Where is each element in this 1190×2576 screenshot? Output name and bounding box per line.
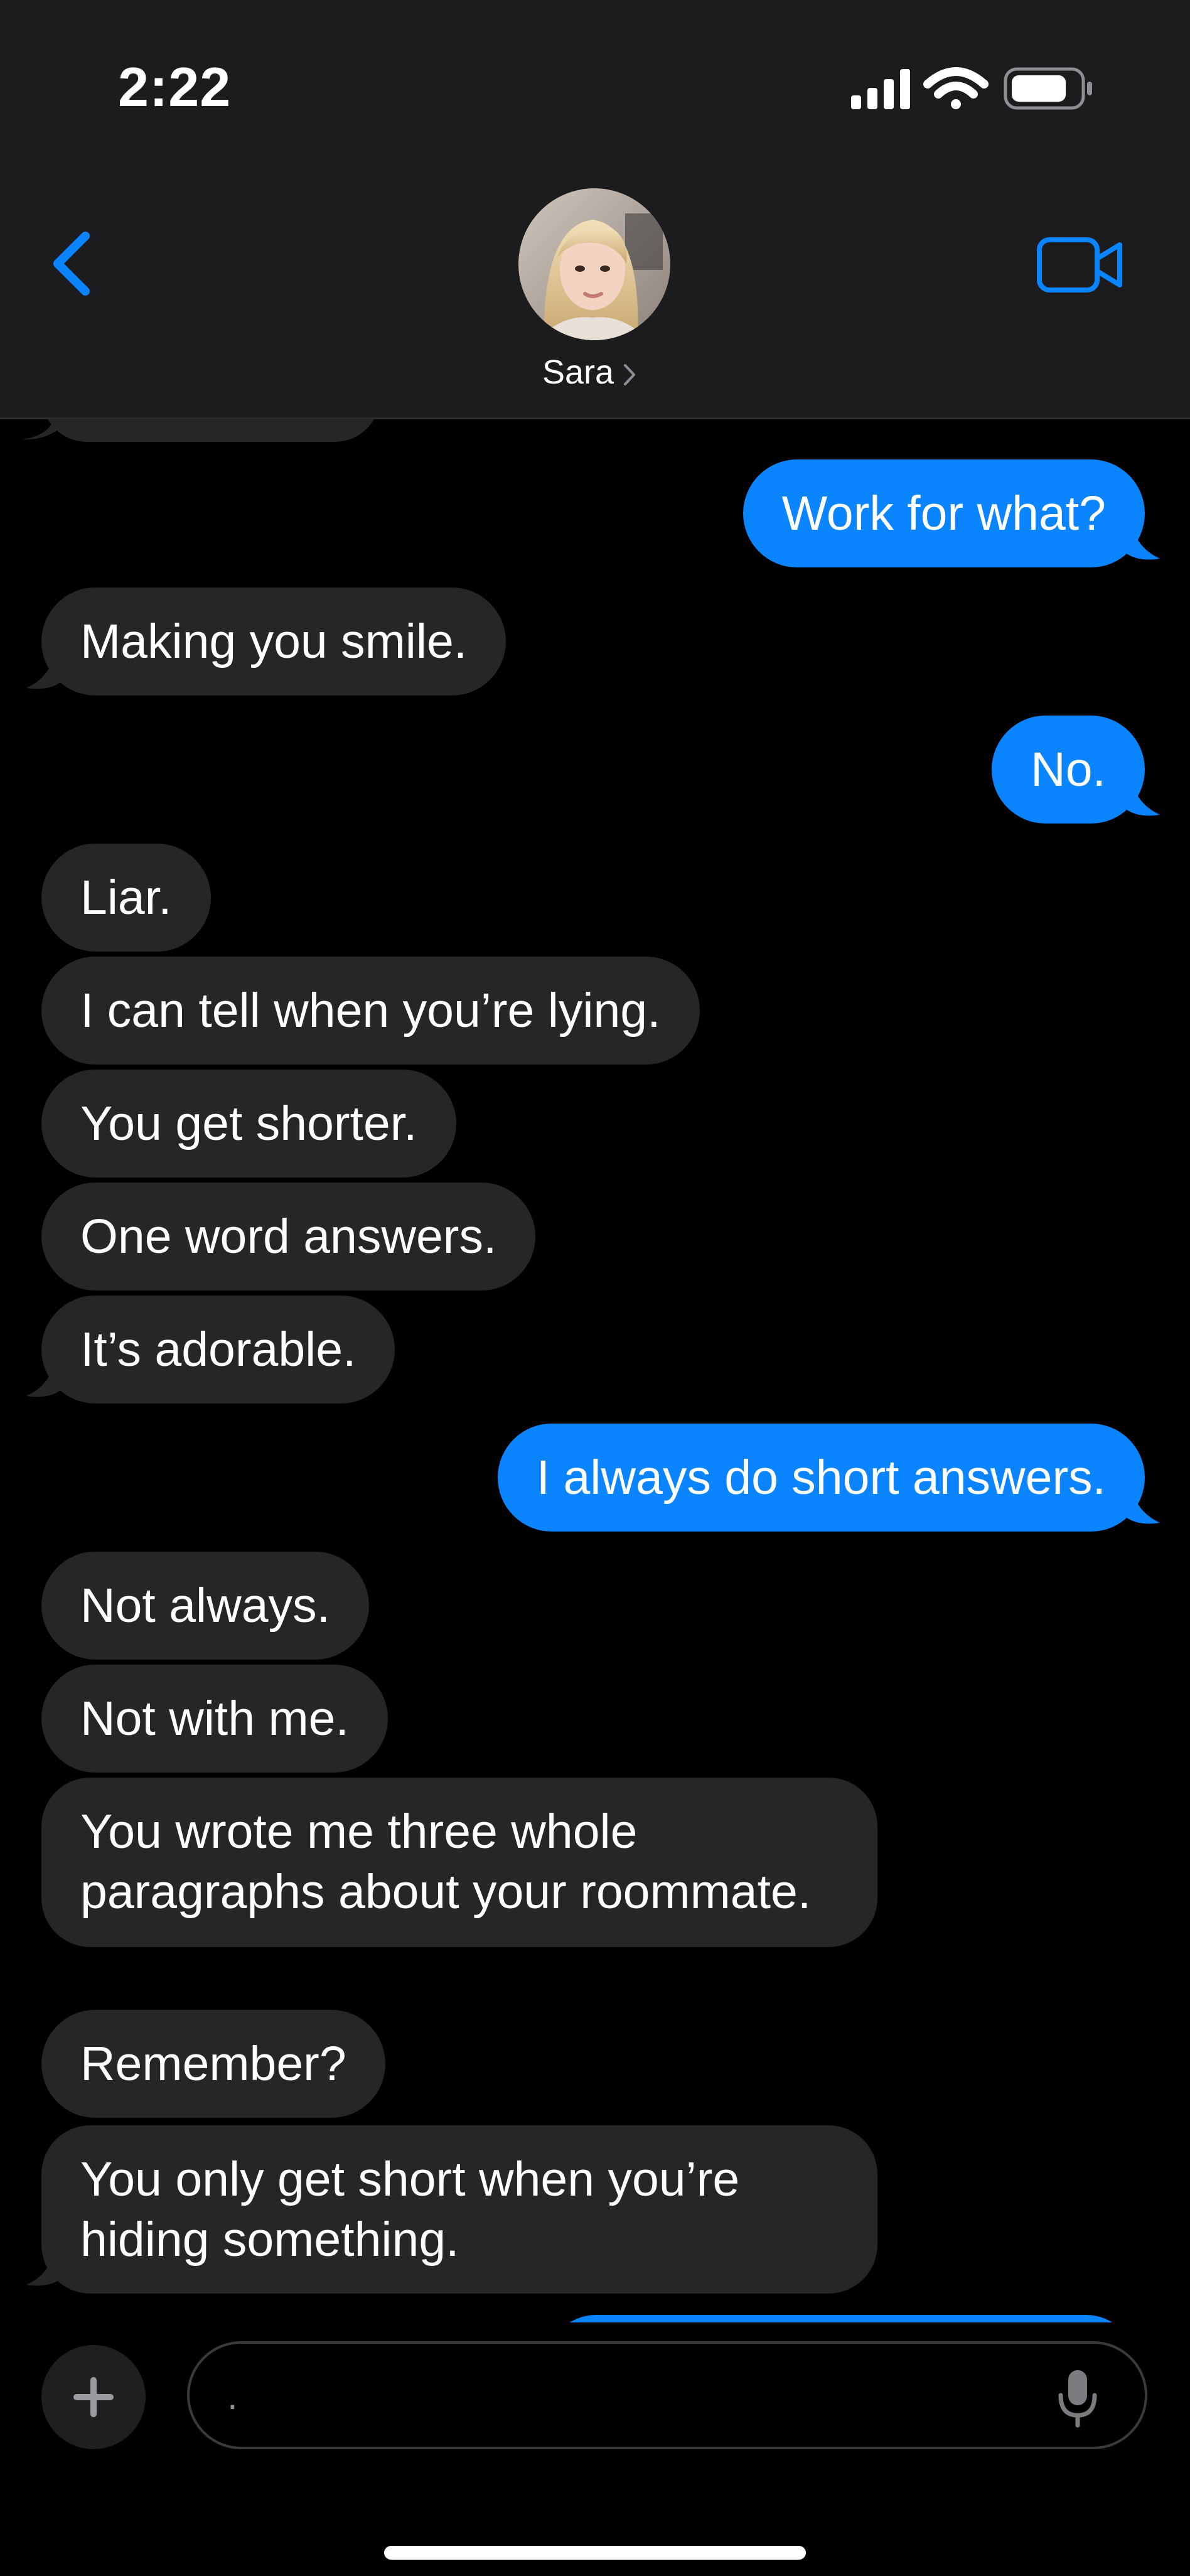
video-camera-icon xyxy=(1037,237,1122,292)
message-outgoing[interactable]: Work for what? xyxy=(742,459,1145,567)
message-text: I can tell when you’re lying. xyxy=(80,984,661,1038)
message-incoming[interactable]: You wrote me three whole paragraphs abou… xyxy=(41,1778,877,1947)
message-incoming[interactable]: It’s adorable. xyxy=(41,1296,395,1403)
back-button[interactable] xyxy=(44,226,100,301)
message-incoming[interactable]: You get shorter. xyxy=(41,1070,456,1178)
message-text: Liar. xyxy=(80,871,172,925)
message-text: It’s adorable. xyxy=(80,1323,356,1377)
message-text: Work for what? xyxy=(781,486,1106,540)
message-incoming[interactable]: You only get short when you’re hiding so… xyxy=(41,2125,877,2294)
message-incoming[interactable]: Making you smile. xyxy=(41,588,507,695)
message-text: I always do short answers. xyxy=(536,1451,1106,1505)
home-indicator[interactable] xyxy=(384,2546,806,2560)
signal-icon xyxy=(851,69,910,109)
message-text: You wrote me three whole paragraphs abou… xyxy=(80,1805,812,1919)
message-outgoing[interactable]: No. xyxy=(992,716,1145,824)
message-text: You get shorter. xyxy=(80,1097,417,1151)
message-partial-top xyxy=(41,419,380,442)
bubble-tail xyxy=(23,419,60,440)
message-incoming[interactable]: One word answers. xyxy=(41,1183,536,1291)
message-partial-bottom xyxy=(546,2315,1136,2322)
chevron-left-icon xyxy=(53,232,90,296)
battery-icon xyxy=(1004,67,1092,110)
contact-name[interactable]: Sara xyxy=(542,353,614,392)
message-incoming[interactable]: Liar. xyxy=(41,844,211,952)
wifi-icon xyxy=(923,67,989,109)
navigation-header: 2:22 Sara xyxy=(0,0,1190,419)
bubble-tail xyxy=(1123,1478,1160,1524)
message-incoming[interactable]: I can tell when you’re lying. xyxy=(41,957,700,1065)
avatar[interactable] xyxy=(518,188,670,340)
bubble-tail xyxy=(26,643,63,689)
message-text: Not with me. xyxy=(80,1692,349,1746)
status-time: 2:22 xyxy=(118,56,232,118)
status-icons xyxy=(851,67,1092,110)
bubble-tail xyxy=(26,2240,63,2286)
chevron-right-icon[interactable] xyxy=(621,362,638,388)
bubble-tail xyxy=(1123,770,1160,816)
avatar-photo xyxy=(518,188,670,340)
message-text: One word answers. xyxy=(80,1210,497,1264)
message-thread[interactable]: Work for what? Making you smile. No. Lia… xyxy=(0,419,1190,2322)
message-text: You only get short when you’re hiding so… xyxy=(80,2152,740,2267)
message-text: No. xyxy=(1031,743,1106,797)
bubble-tail xyxy=(26,1351,63,1397)
message-text: Not always. xyxy=(80,1579,330,1633)
video-call-button[interactable] xyxy=(1036,233,1123,296)
message-text: Remember? xyxy=(80,2037,346,2091)
plus-icon xyxy=(73,2377,114,2417)
bubble-tail xyxy=(1123,513,1160,560)
message-incoming[interactable]: Not always. xyxy=(41,1552,369,1660)
add-attachment-button[interactable] xyxy=(41,2345,146,2449)
message-text: Making you smile. xyxy=(80,614,468,668)
message-input-container[interactable] xyxy=(187,2341,1147,2449)
message-outgoing[interactable]: I always do short answers. xyxy=(497,1424,1145,1532)
message-input[interactable] xyxy=(226,2363,1044,2429)
microphone-icon[interactable] xyxy=(1056,2366,1100,2429)
message-composer xyxy=(0,2322,1190,2576)
message-incoming[interactable]: Not with me. xyxy=(41,1665,388,1773)
message-incoming[interactable]: Remember? xyxy=(41,2010,385,2118)
